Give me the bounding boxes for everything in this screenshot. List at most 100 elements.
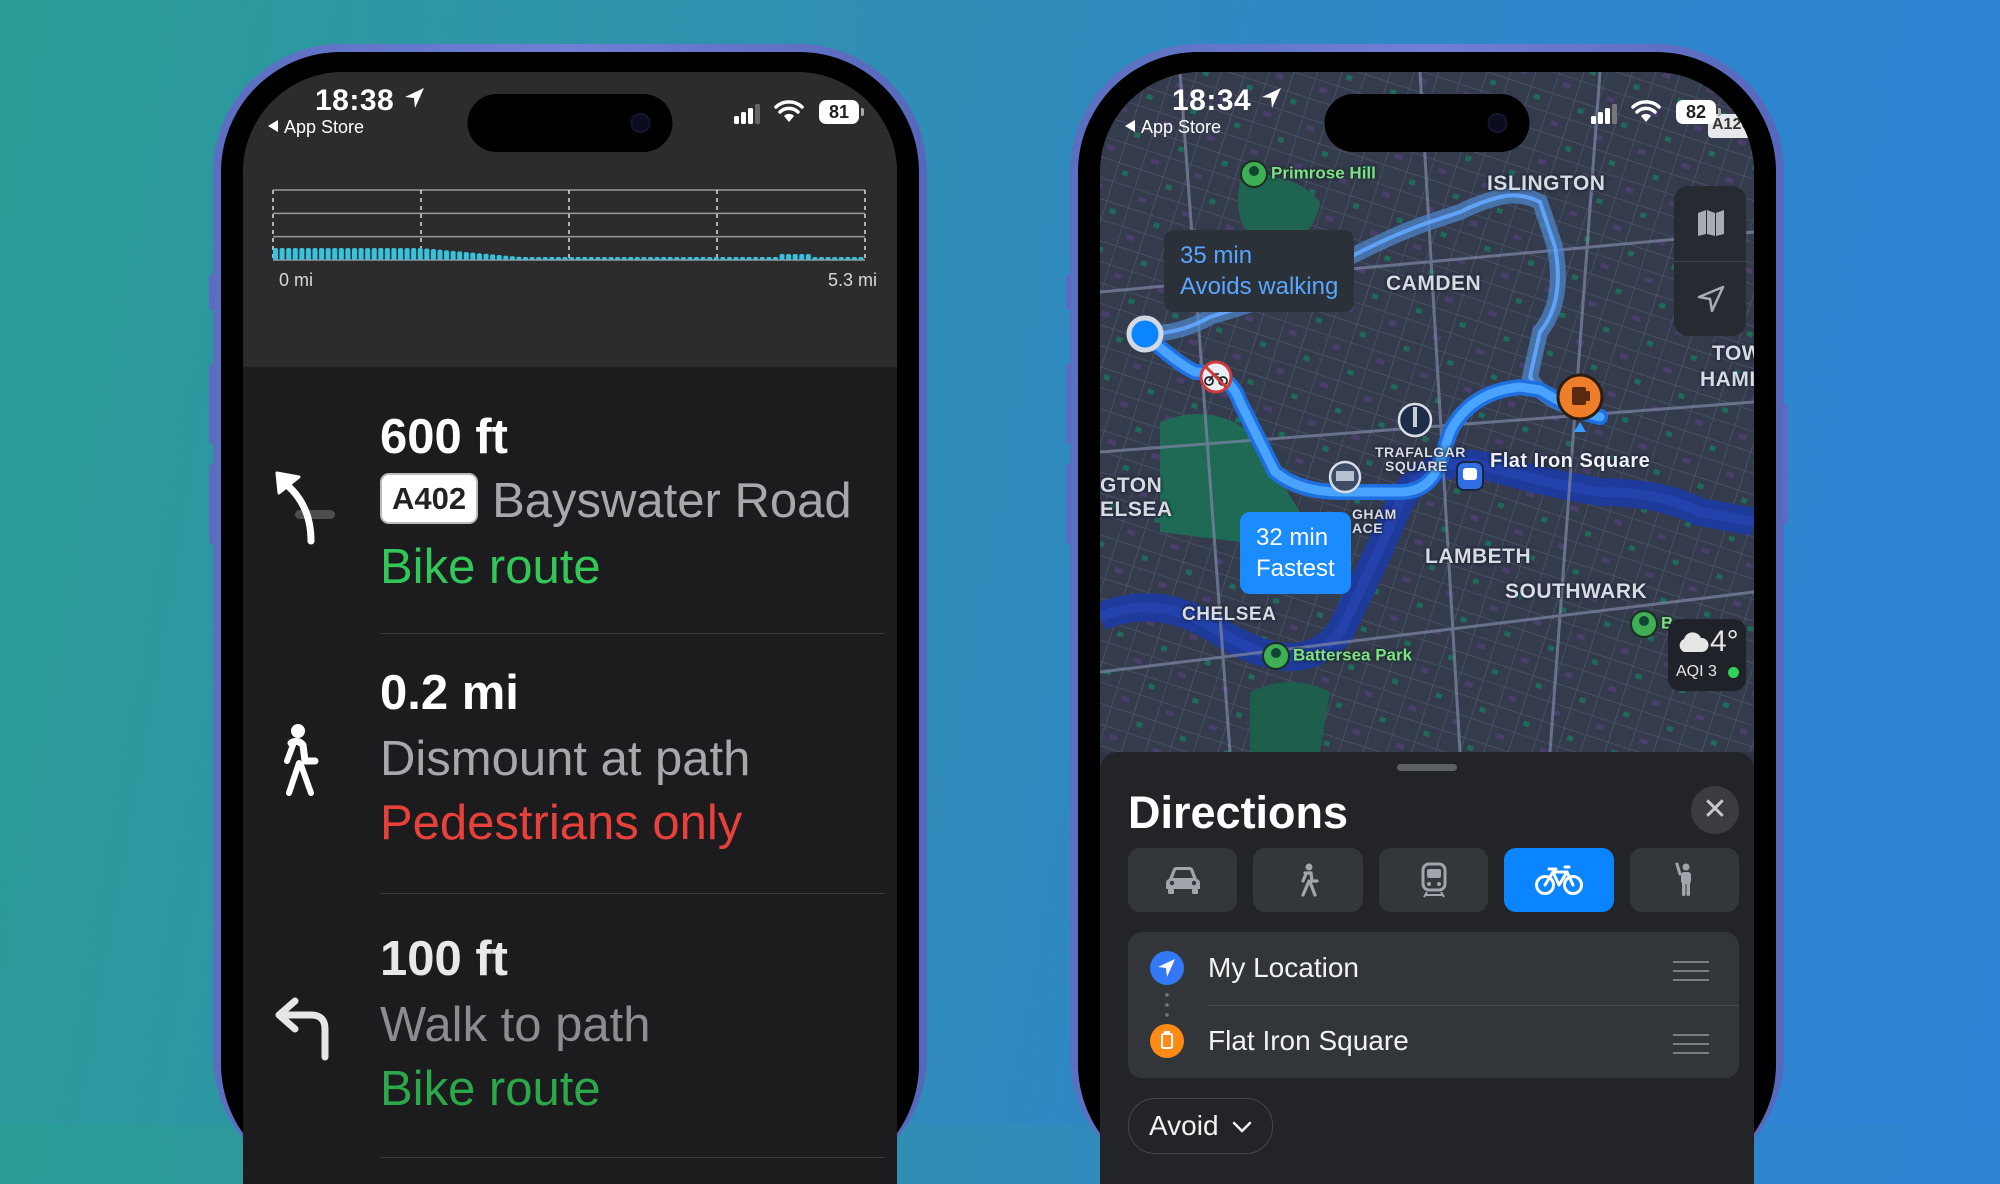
avoid-label: Avoid [1149, 1110, 1219, 1141]
car-icon [1165, 867, 1200, 894]
battery-indicator: 81 [819, 100, 864, 124]
step-distance: 0.2 mi [380, 666, 519, 720]
elevation-bar [536, 257, 542, 260]
status-time: 18:34 [1172, 84, 1252, 117]
elevation-bar [615, 257, 621, 260]
elevation-bar [351, 248, 358, 260]
route-description: Avoids walking [1180, 273, 1339, 300]
park-label[interactable]: Primrose Hill [1240, 160, 1376, 188]
map-controls [1674, 186, 1746, 336]
elevation-bar [391, 248, 397, 260]
cloud-icon [1679, 632, 1709, 652]
mode-transit-button[interactable] [1378, 848, 1489, 912]
status-bar: 18:38 App Store 81 [243, 72, 897, 152]
direction-step[interactable]: 600 ft A402 Bayswater Road Bike route [243, 377, 897, 635]
direction-step[interactable]: 100 ft Walk to path Bike route [243, 895, 897, 1158]
area-label: CAMDEN [1386, 272, 1482, 295]
direction-step[interactable]: 0.2 mi Dismount at path Pedestrians only [243, 635, 897, 895]
elevation-bar [707, 257, 713, 260]
elevation-bar [647, 257, 654, 260]
elevation-bar [384, 248, 390, 260]
elevation-bar [680, 257, 686, 260]
chevron-down-icon [1233, 1121, 1252, 1133]
no-cycling-icon[interactable] [1199, 360, 1233, 394]
park-label[interactable]: Battersea Park [1262, 642, 1412, 670]
reorder-handle-icon[interactable] [1673, 961, 1709, 981]
step-note: Bike route [380, 540, 601, 594]
trafalgar-square-landmark[interactable] [1397, 402, 1433, 438]
sheet-grabber[interactable] [1397, 764, 1457, 771]
turn-left-icon [275, 997, 329, 1061]
weather-widget[interactable]: 4° AQI 3 [1668, 619, 1746, 691]
back-triangle-icon [1125, 120, 1135, 132]
elevation-bar [470, 252, 476, 260]
elevation-bar [588, 257, 594, 260]
transit-station-icon[interactable] [1456, 461, 1484, 491]
mode-cycle-button[interactable] [1504, 848, 1614, 912]
back-to-app-store[interactable]: App Store [1125, 117, 1221, 138]
divider [380, 893, 885, 894]
elevation-bar [279, 248, 285, 260]
right-phone: A1207 ISLINGTON CAMDEN TOW HAML GTON ELS… [1066, 44, 1788, 1184]
current-location-dot[interactable] [1126, 315, 1164, 353]
mode-walk-button[interactable] [1253, 848, 1363, 912]
elevation-bar [549, 257, 555, 260]
elevation-bar [621, 257, 627, 260]
road-shield: A402 [380, 473, 479, 524]
elevation-bar [299, 248, 305, 260]
waypoint-row[interactable]: My Location [1128, 932, 1739, 1005]
elevation-bar [628, 257, 634, 260]
elevation-bar [509, 256, 515, 260]
elevation-bar [713, 257, 719, 260]
elevation-bar [772, 257, 778, 260]
location-arrow-icon [1262, 88, 1281, 108]
elevation-bar [345, 248, 351, 260]
sheet-title: Directions [1128, 787, 1349, 838]
step-distance: 600 ft [380, 410, 509, 464]
reorder-handle-icon[interactable] [1673, 1034, 1709, 1054]
location-tracking-icon[interactable] [1696, 284, 1726, 314]
area-label: CHELSEA [1182, 604, 1277, 625]
elevation-bar [424, 248, 430, 260]
destination-label[interactable]: Flat Iron Square [1490, 450, 1650, 473]
step-note: Pedestrians only [380, 796, 743, 850]
bicycle-icon [1534, 865, 1583, 895]
elevation-bar [286, 248, 292, 260]
transport-mode-selector [1128, 848, 1740, 912]
fastest-route-callout[interactable]: 32 min Fastest [1240, 512, 1351, 594]
area-label: SOUTHWARK [1505, 580, 1648, 603]
elevation-bar [417, 248, 423, 260]
mode-rideshare-button[interactable] [1629, 848, 1740, 912]
step-note: Bike route [380, 1062, 601, 1116]
avoid-menu-button[interactable]: Avoid [1128, 1098, 1274, 1154]
mode-drive-button[interactable] [1128, 848, 1238, 912]
alternate-route-callout[interactable]: 35 min Avoids walking [1164, 230, 1355, 312]
back-to-app-store[interactable]: App Store [268, 117, 364, 138]
elevation-bar [332, 248, 338, 260]
battery-indicator: 82 [1676, 100, 1721, 124]
wifi-icon [774, 100, 804, 122]
elevation-bar [358, 248, 364, 260]
route-time: 35 min [1180, 242, 1253, 269]
map-canvas [1100, 72, 1754, 752]
back-label: App Store [1141, 117, 1222, 137]
map-mode-icon[interactable] [1696, 208, 1726, 238]
tree-icon [1262, 642, 1290, 670]
elevation-bar [496, 254, 502, 260]
elevation-bar [325, 248, 331, 260]
elevation-bar [542, 257, 548, 260]
elevation-bar [378, 248, 384, 260]
buckingham-palace-landmark[interactable] [1328, 460, 1362, 494]
close-button[interactable]: ✕ [1691, 786, 1739, 834]
walk-icon [1301, 863, 1319, 897]
waypoint-row[interactable]: Flat Iron Square [1128, 1005, 1739, 1078]
elevation-bar [305, 248, 311, 260]
park-label[interactable]: B [1630, 610, 1673, 638]
elevation-bar [365, 248, 371, 260]
aqi-status-dot [1728, 667, 1739, 678]
turn-slight-left-icon [275, 471, 335, 545]
map-view[interactable]: A1207 ISLINGTON CAMDEN TOW HAML GTON ELS… [1100, 72, 1754, 752]
area-label: LAMBETH [1425, 545, 1532, 568]
elevation-bar [759, 257, 765, 260]
side-button [209, 274, 215, 310]
